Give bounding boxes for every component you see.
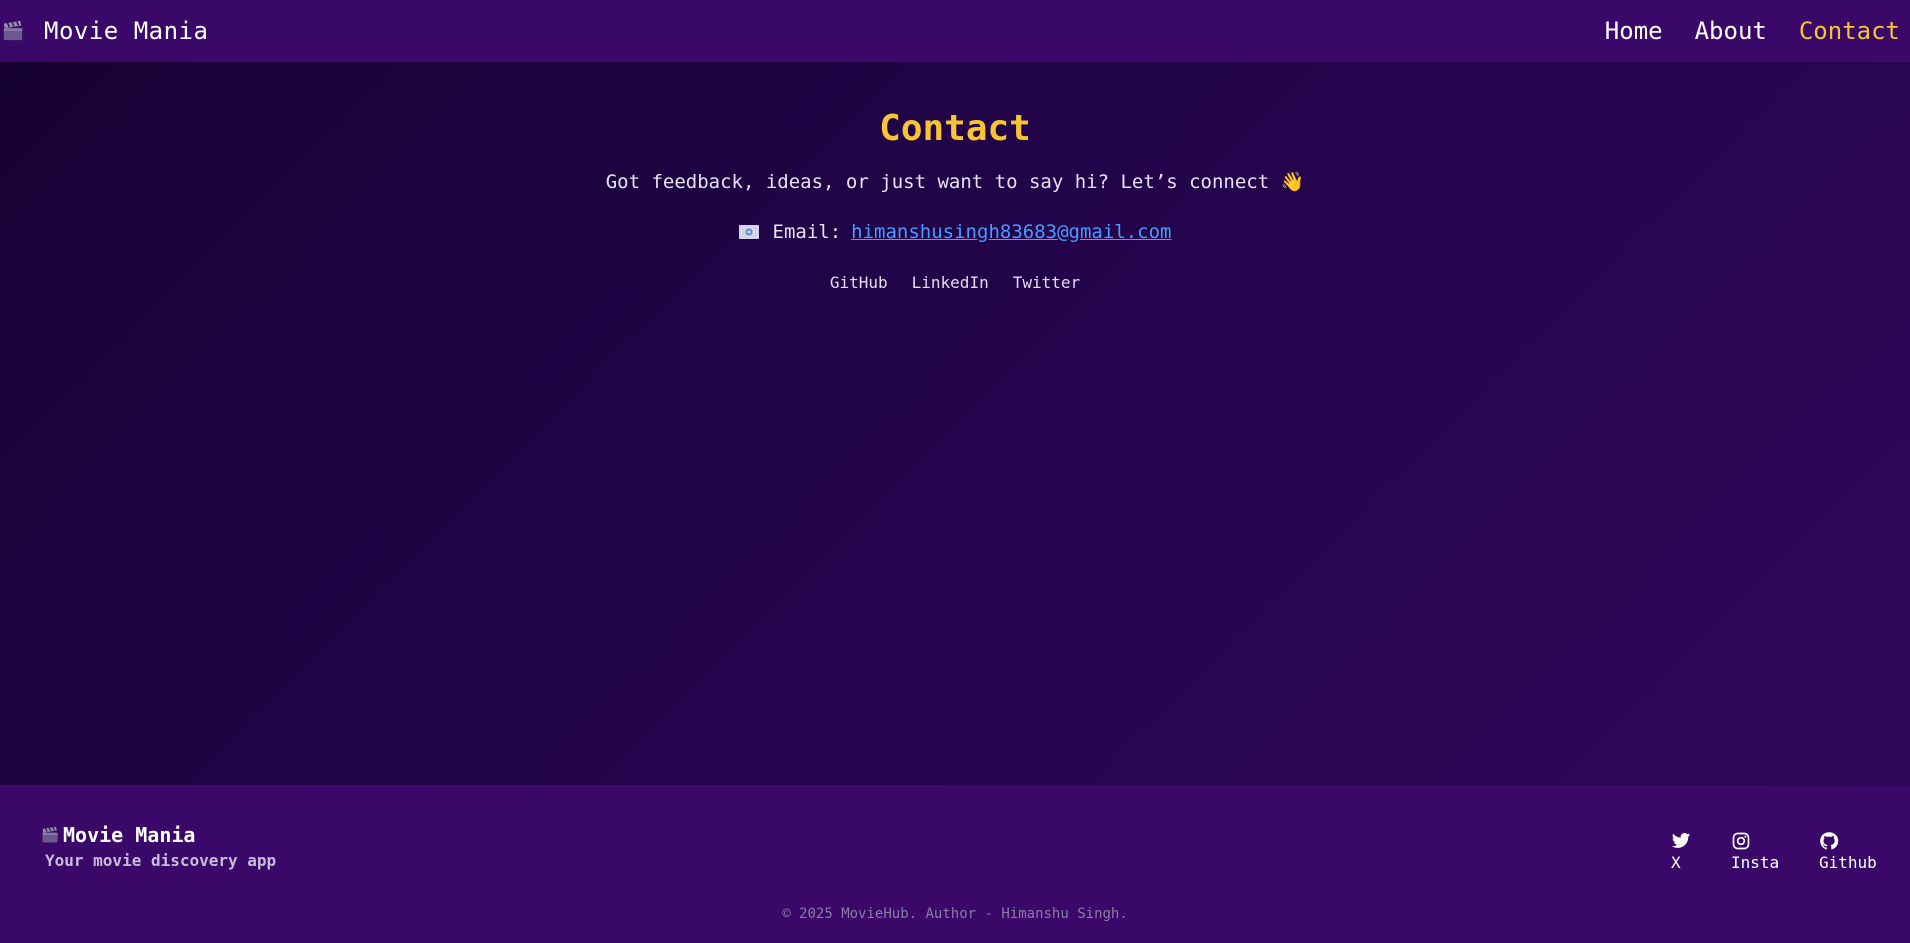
github-icon [1820, 832, 1839, 850]
social-links: GitHub LinkedIn Twitter [0, 273, 1910, 292]
clapperboard-icon [42, 826, 58, 843]
footer-insta-link[interactable]: Insta [1731, 831, 1779, 872]
footer-github-label: Github [1819, 853, 1877, 872]
footer-tagline: Your movie discovery app [45, 851, 277, 870]
github-link[interactable]: GitHub [830, 273, 888, 292]
twitter-icon [1671, 833, 1691, 848]
nav-about[interactable]: About [1695, 17, 1767, 45]
footer-brand: Movie Mania [41, 823, 195, 847]
email-row: Email: himanshusingh83683@gmail.com [0, 221, 1910, 243]
brand-logo[interactable]: Movie Mania [0, 17, 208, 45]
twitter-link[interactable]: Twitter [1013, 273, 1080, 292]
copyright: © 2025 MovieHub. Author - Himanshu Singh… [782, 906, 1128, 922]
footer-x-link[interactable]: X [1671, 831, 1691, 872]
footer-insta-label: Insta [1731, 853, 1780, 872]
instagram-icon [1732, 832, 1750, 850]
linkedin-link[interactable]: LinkedIn [912, 273, 989, 292]
footer-brand-title: Movie Mania [63, 823, 196, 847]
envelope-icon [738, 225, 759, 239]
nav-contact[interactable]: Contact [1799, 17, 1900, 45]
email-link[interactable]: himanshusingh83683@gmail.com [851, 221, 1171, 243]
clapperboard-icon [3, 20, 23, 41]
footer-x-label: X [1671, 853, 1681, 872]
nav-links: Home About Contact [1605, 17, 1900, 45]
footer: Movie Mania Your movie discovery app X I… [0, 785, 1910, 943]
contact-section: Contact Got feedback, ideas, or just wan… [0, 62, 1910, 785]
footer-github-link[interactable]: Github [1819, 831, 1877, 872]
brand-title: Movie Mania [44, 17, 209, 45]
page-title: Contact [879, 108, 1031, 149]
contact-subtitle: Got feedback, ideas, or just want to say… [605, 171, 1305, 193]
email-label: Email: [772, 221, 842, 243]
navbar: Movie Mania Home About Contact [0, 0, 1910, 62]
nav-home[interactable]: Home [1605, 17, 1663, 45]
